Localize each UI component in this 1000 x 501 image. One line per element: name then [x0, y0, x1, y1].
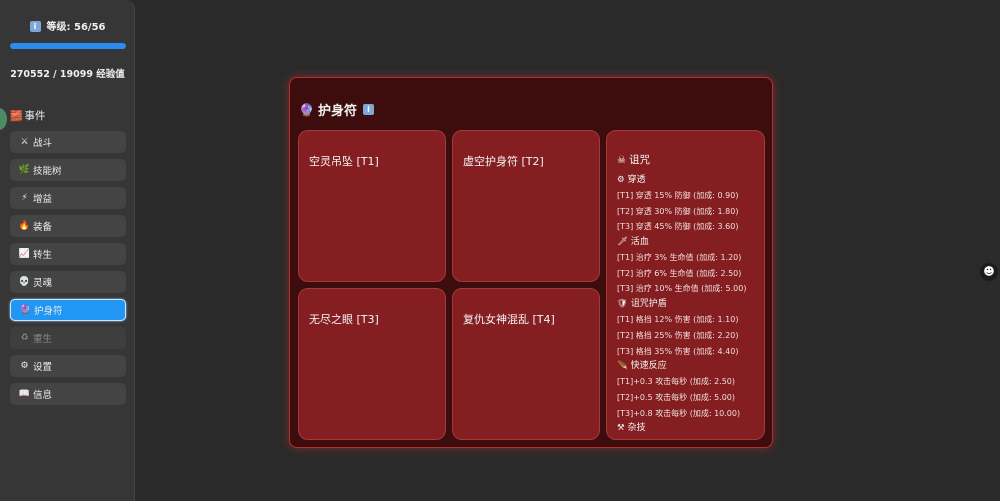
- curse-group-label: 穿透: [627, 175, 646, 185]
- events-header[interactable]: 🧱 事件: [10, 108, 45, 123]
- xp-progress-fill: [10, 43, 126, 49]
- amulet-card-title: 虚空护身符 [T2]: [463, 155, 544, 168]
- gear-icon: ⚙: [617, 175, 625, 185]
- skull-icon[interactable]: ☻: [980, 263, 998, 281]
- curse-group-label: 活血: [630, 237, 649, 248]
- gear-icon: ⚙: [20, 361, 29, 371]
- nav-item-equipment[interactable]: 🔥 装备: [10, 215, 126, 237]
- info-icon[interactable]: i: [362, 104, 374, 115]
- nav-item-label: 装备: [33, 222, 53, 233]
- side-tab-handle[interactable]: [0, 108, 7, 130]
- nav-item-amulet[interactable]: 🔮 护身符: [10, 299, 126, 321]
- events-label: 事件: [24, 110, 46, 122]
- curse-effect-line: [T2]+0.5 攻击每秒 (加成: 5.00): [617, 392, 736, 402]
- nav-item-rebirth[interactable]: 📈 转生: [10, 243, 126, 265]
- nav-item-label: 增益: [33, 194, 53, 205]
- curse-effect-line: [T3] 穿透 45% 防御 (加成: 3.60): [617, 222, 739, 232]
- amulet-card-t4[interactable]: 复仇女神混乱 [T4]: [452, 288, 600, 440]
- amulet-panel: 🔮 护身符 i 空灵吊坠 [T1] 虚空护身符 [T2] 无尽之眼 [T3] 复…: [289, 77, 773, 448]
- amulet-card-title: 空灵吊坠 [T1]: [309, 155, 379, 168]
- skull-crossbones-icon: ☠: [617, 155, 626, 166]
- curse-card: ☠ 诅咒 ⚙ 穿透 [T1] 穿透 15% 防御 (加成: 0.90) [T2] 穿透 …: [606, 130, 765, 440]
- nav-item-label: 战斗: [33, 138, 53, 149]
- crystal-ball-icon: 🔮: [299, 102, 314, 117]
- nav-item-settings[interactable]: ⚙ 设置: [10, 355, 126, 377]
- lightning-icon: ⚡: [21, 193, 28, 203]
- xp-text: 270552 / 19099 经验值: [10, 69, 125, 80]
- shield-icon: 🛡: [617, 299, 628, 310]
- amulet-card-t1[interactable]: 空灵吊坠 [T1]: [298, 130, 446, 282]
- nav-item-label: 设置: [33, 362, 53, 373]
- level-label: 等级: 56/56: [46, 22, 106, 33]
- crystal-ball-icon: 🔮: [19, 305, 32, 315]
- nav-item-skill-tree[interactable]: 🌿 技能树: [10, 159, 126, 181]
- curse-group-title: 🛡 诅咒护盾: [617, 297, 758, 312]
- nav-item-label: 护身符: [34, 306, 63, 317]
- nav-item-soul[interactable]: 💀 灵魂: [10, 271, 126, 293]
- curse-group-title: ⚙ 穿透: [617, 173, 758, 188]
- level-display: i 等级: 56/56: [0, 18, 135, 33]
- nav-item-buffs[interactable]: ⚡ 增益: [10, 187, 126, 209]
- brick-icon: 🧱: [10, 111, 23, 122]
- chart-icon: 📈: [18, 249, 31, 259]
- herb-icon: 🌿: [18, 165, 31, 175]
- curse-header: ☠ 诅咒: [617, 152, 758, 167]
- curse-content: ☠ 诅咒 ⚙ 穿透 [T1] 穿透 15% 防御 (加成: 0.90) [T2] 穿透 …: [617, 152, 758, 436]
- nav-item-reincarnation: ♻ 重生: [10, 327, 126, 349]
- book-icon: 📖: [18, 389, 31, 399]
- curse-effect-line: [T2] 穿透 30% 防御 (加成: 1.80): [617, 206, 739, 216]
- curse-group-label: 诅咒护盾: [630, 299, 667, 310]
- nav-item-info[interactable]: 📖 信息: [10, 383, 126, 405]
- sidebar-nav: ⚔ 战斗 🌿 技能树 ⚡ 增益 🔥 装备 📈 转生 💀 灵魂 🔮 护身符 ♻ 重生 ⚙ 设置 📖 信息: [10, 131, 126, 411]
- dagger-icon: 🗡: [617, 237, 628, 248]
- amulet-card-title: 无尽之眼 [T3]: [309, 313, 379, 326]
- curse-group-title: ⚒ 杂技: [617, 421, 758, 436]
- amulet-card-t3[interactable]: 无尽之眼 [T3]: [298, 288, 446, 440]
- nav-item-label: 技能树: [33, 166, 62, 177]
- curse-group-label: 快速反应: [630, 361, 667, 372]
- sidebar: i 等级: 56/56 270552 / 19099 经验值 🧱 事件 ⚔ 战斗 🌿 技能…: [0, 0, 135, 501]
- curse-group-title: 🗡 活血: [617, 235, 758, 250]
- swords-icon: ⚔: [20, 137, 29, 147]
- curse-effect-line: [T1] 穿透 15% 防御 (加成: 0.90): [617, 191, 739, 200]
- amulet-card-title: 复仇女神混乱 [T4]: [463, 313, 555, 326]
- curse-effect-line: [T2] 格挡 25% 伤害 (加成: 2.20): [617, 330, 739, 340]
- nav-item-combat[interactable]: ⚔ 战斗: [10, 131, 126, 153]
- curse-group-title: 🪶 快速反应: [617, 359, 758, 374]
- nav-item-label: 灵魂: [33, 278, 53, 289]
- skull-icon: 💀: [18, 277, 31, 287]
- info-icon[interactable]: i: [29, 21, 41, 32]
- curse-effect-line: [T3]+0.8 攻击每秒 (加成: 10.00): [617, 408, 741, 418]
- fire-icon: 🔥: [18, 221, 31, 231]
- panel-header: 🔮 护身符 i: [299, 100, 374, 119]
- nav-item-label: 重生: [33, 334, 53, 345]
- recycle-icon: ♻: [20, 333, 29, 343]
- curse-title: 诅咒: [628, 154, 650, 166]
- curse-effect-line: [T1] 治疗 3% 生命值 (加成: 1.20): [617, 253, 742, 263]
- xp-progress-bar: [10, 43, 126, 49]
- curse-effect-line: [T1]+0.3 攻击每秒 (加成: 2.50): [617, 377, 736, 387]
- curse-group-label: 杂技: [627, 423, 646, 434]
- feather-icon: 🪶: [617, 361, 628, 372]
- nav-item-label: 转生: [33, 250, 53, 261]
- curse-effect-line: [T1] 格挡 12% 伤害 (加成: 1.10): [617, 315, 739, 325]
- panel-title: 护身符: [317, 104, 357, 119]
- nav-item-label: 信息: [33, 390, 53, 401]
- curse-effect-line: [T2] 治疗 6% 生命值 (加成: 2.50): [617, 268, 742, 278]
- curse-effect-line: [T3] 治疗 10% 生命值 (加成: 5.00): [617, 284, 747, 294]
- curse-effect-line: [T3] 格挡 35% 伤害 (加成: 4.40): [617, 346, 739, 356]
- amulet-card-t2[interactable]: 虚空护身符 [T2]: [452, 130, 600, 282]
- hammer-pick-icon: ⚒: [617, 423, 625, 434]
